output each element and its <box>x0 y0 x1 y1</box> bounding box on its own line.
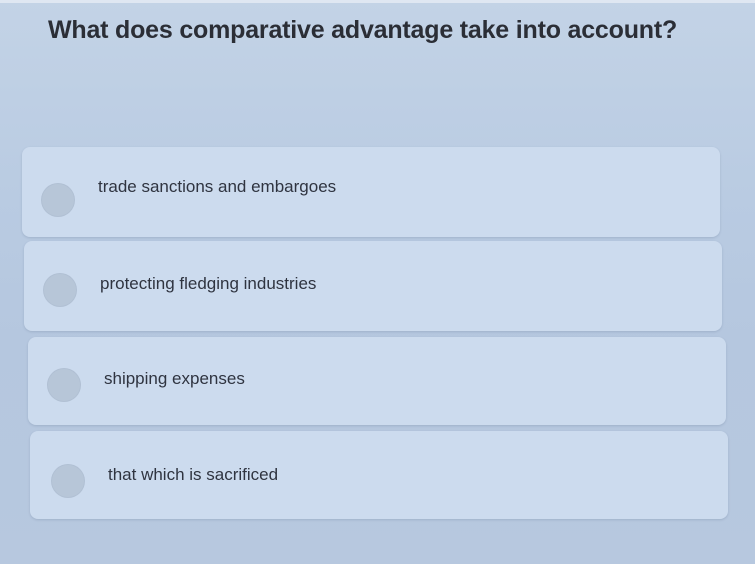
radio-button-icon[interactable] <box>44 274 76 306</box>
answer-options: trade sanctions and embargoes protecting… <box>0 0 755 564</box>
answer-option-label: trade sanctions and embargoes <box>98 177 337 196</box>
answer-option-4[interactable]: that which is sacrificed <box>30 431 728 519</box>
answer-option-2[interactable]: protecting fledging industries <box>24 241 722 331</box>
answer-option-label: that which is sacrificed <box>108 465 279 484</box>
radio-button-icon[interactable] <box>52 465 84 497</box>
radio-button-icon[interactable] <box>42 184 74 216</box>
answer-option-label: protecting fledging industries <box>100 274 317 293</box>
radio-button-icon[interactable] <box>48 369 80 401</box>
answer-option-3[interactable]: shipping expenses <box>28 337 726 425</box>
answer-option-label: shipping expenses <box>104 369 245 388</box>
answer-option-1[interactable]: trade sanctions and embargoes <box>22 147 720 237</box>
